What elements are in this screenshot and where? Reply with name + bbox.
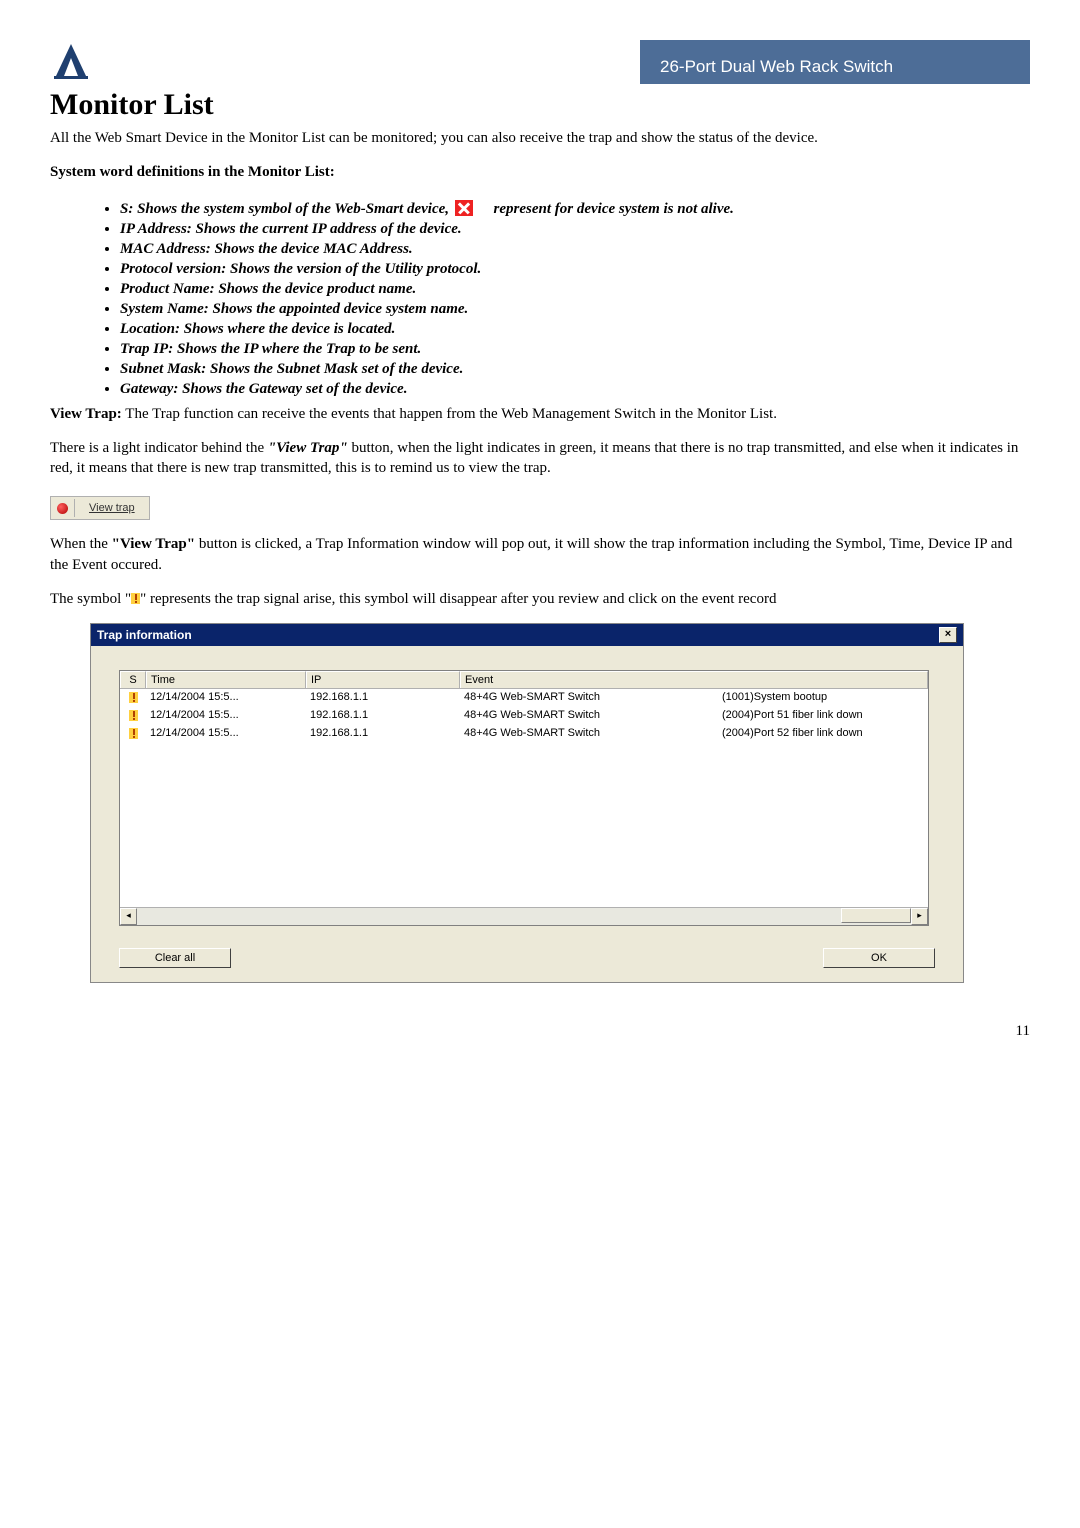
cell-event-name: 48+4G Web-SMART Switch bbox=[460, 690, 718, 706]
exclamation-icon bbox=[129, 728, 138, 739]
list-item: Gateway: Shows the Gateway set of the de… bbox=[120, 381, 1030, 398]
trap-information-window: Trap information × S Time IP Event 12/14… bbox=[90, 623, 964, 983]
scroll-right-button[interactable]: ▸ bbox=[911, 908, 928, 925]
trap-table: S Time IP Event 12/14/2004 15:5... 192.1… bbox=[119, 670, 929, 926]
cell-ip: 192.168.1.1 bbox=[306, 726, 460, 742]
cell-time: 12/14/2004 15:5... bbox=[146, 726, 306, 742]
list-item: Location: Shows where the device is loca… bbox=[120, 321, 1030, 338]
list-item: Trap IP: Shows the IP where the Trap to … bbox=[120, 341, 1030, 358]
table-header: S Time IP Event bbox=[120, 671, 928, 689]
list-item: Product Name: Shows the device product n… bbox=[120, 281, 1030, 298]
col-header-time[interactable]: Time bbox=[146, 671, 306, 688]
cell-ip: 192.168.1.1 bbox=[306, 690, 460, 706]
cell-event-desc: (2004)Port 51 fiber link down bbox=[718, 708, 928, 724]
view-trap-button[interactable]: View trap bbox=[74, 499, 149, 517]
x-icon bbox=[455, 200, 473, 216]
bullet-s-before: S: Shows the system symbol of the Web-Sm… bbox=[120, 201, 449, 217]
p2a: There is a light indicator behind the bbox=[50, 440, 268, 456]
viewtrap-para-1: View Trap: The Trap function can receive… bbox=[50, 404, 1030, 424]
status-dot-icon bbox=[57, 503, 68, 514]
para-3: When the "View Trap" button is clicked, … bbox=[50, 534, 1030, 575]
exclamation-icon bbox=[129, 692, 138, 703]
ok-button[interactable]: OK bbox=[823, 948, 935, 968]
para-4: The symbol " " represents the trap signal… bbox=[50, 589, 1030, 609]
exclamation-icon bbox=[131, 593, 140, 604]
trap-title-text: Trap information bbox=[97, 628, 192, 642]
p2-quote: "View Trap" bbox=[268, 440, 348, 456]
scroll-thumb[interactable] bbox=[841, 908, 911, 923]
cell-event-desc: (1001)System bootup bbox=[718, 690, 928, 706]
viewtrap-label: View Trap: bbox=[50, 406, 122, 422]
viewtrap-bar: View trap bbox=[50, 496, 150, 520]
table-row[interactable]: 12/14/2004 15:5... 192.168.1.1 48+4G Web… bbox=[120, 725, 928, 743]
list-item: Protocol version: Shows the version of t… bbox=[120, 261, 1030, 278]
definition-list: S: Shows the system symbol of the Web-Sm… bbox=[50, 197, 1030, 398]
viewtrap-rest: The Trap function can receive the events… bbox=[122, 406, 777, 422]
col-header-ip[interactable]: IP bbox=[306, 671, 460, 688]
cell-event-desc: (2004)Port 52 fiber link down bbox=[718, 726, 928, 742]
list-item: Subnet Mask: Shows the Subnet Mask set o… bbox=[120, 361, 1030, 378]
bullet-s-after: represent for device system is not alive… bbox=[494, 201, 734, 217]
table-row[interactable]: 12/14/2004 15:5... 192.168.1.1 48+4G Web… bbox=[120, 707, 928, 725]
trap-titlebar: Trap information × bbox=[91, 624, 963, 646]
scroll-track[interactable] bbox=[137, 908, 911, 925]
p4b: " represents the trap signal arise, this… bbox=[140, 591, 776, 607]
page-title: Monitor List bbox=[50, 88, 1030, 122]
p3a: When the bbox=[50, 536, 112, 552]
col-header-event[interactable]: Event bbox=[460, 671, 928, 688]
page-number: 11 bbox=[50, 1023, 1030, 1040]
cell-ip: 192.168.1.1 bbox=[306, 708, 460, 724]
close-button[interactable]: × bbox=[939, 627, 957, 643]
cell-time: 12/14/2004 15:5... bbox=[146, 690, 306, 706]
horizontal-scrollbar[interactable]: ◂ ▸ bbox=[120, 907, 928, 925]
exclamation-icon bbox=[129, 710, 138, 721]
p3b: button is clicked, a Trap Information wi… bbox=[50, 536, 1012, 572]
table-row[interactable]: 12/14/2004 15:5... 192.168.1.1 48+4G Web… bbox=[120, 689, 928, 707]
viewtrap-para-2: There is a light indicator behind the "V… bbox=[50, 438, 1030, 479]
cell-time: 12/14/2004 15:5... bbox=[146, 708, 306, 724]
header-band: 26-Port Dual Web Rack Switch bbox=[640, 40, 1030, 84]
cell-event-name: 48+4G Web-SMART Switch bbox=[460, 708, 718, 724]
header-band-text: 26-Port Dual Web Rack Switch bbox=[660, 57, 893, 76]
list-item: S: Shows the system symbol of the Web-Sm… bbox=[120, 197, 1030, 218]
brand-logo bbox=[50, 40, 92, 82]
defs-heading: System word definitions in the Monitor L… bbox=[50, 162, 1030, 182]
cell-event-name: 48+4G Web-SMART Switch bbox=[460, 726, 718, 742]
col-header-s[interactable]: S bbox=[120, 671, 146, 688]
table-body[interactable]: 12/14/2004 15:5... 192.168.1.1 48+4G Web… bbox=[120, 689, 928, 907]
p3-quote: "View Trap" bbox=[112, 536, 195, 552]
clear-all-button[interactable]: Clear all bbox=[119, 948, 231, 968]
list-item: IP Address: Shows the current IP address… bbox=[120, 221, 1030, 238]
intro-text: All the Web Smart Device in the Monitor … bbox=[50, 128, 1030, 148]
p4a: The symbol " bbox=[50, 591, 131, 607]
list-item: System Name: Shows the appointed device … bbox=[120, 301, 1030, 318]
scroll-left-button[interactable]: ◂ bbox=[120, 908, 137, 925]
list-item: MAC Address: Shows the device MAC Addres… bbox=[120, 241, 1030, 258]
